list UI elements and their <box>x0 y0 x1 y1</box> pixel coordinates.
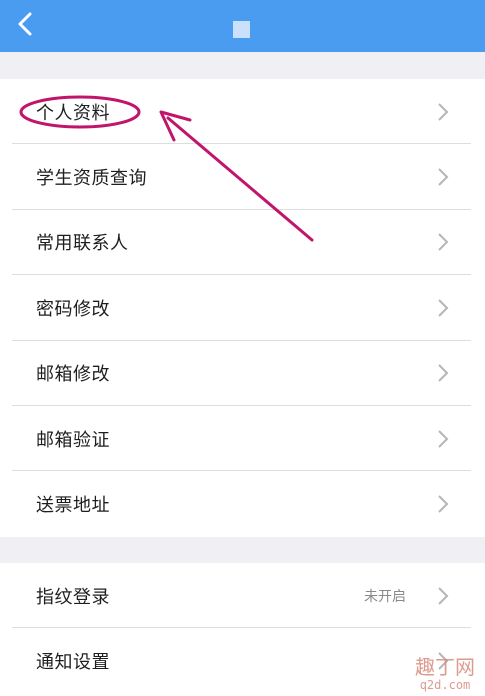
menu-item-profile[interactable]: 个人资料 <box>0 79 485 145</box>
menu-item-notification-settings[interactable]: 通知设置 <box>0 628 485 693</box>
menu-item-label: 送票地址 <box>36 495 110 517</box>
menu-item-label: 学生资质查询 <box>36 168 147 190</box>
menu-item-label: 常用联系人 <box>36 233 129 255</box>
chevron-left-icon <box>18 12 32 36</box>
menu-item-contacts[interactable]: 常用联系人 <box>0 210 485 276</box>
menu-item-fingerprint-login[interactable]: 指纹登录 未开启 <box>0 563 485 629</box>
chevron-right-icon <box>436 586 450 606</box>
page-title <box>233 21 250 38</box>
menu-item-label: 指纹登录 <box>36 586 110 608</box>
chevron-right-icon <box>436 232 450 252</box>
menu-item-label: 通知设置 <box>36 652 110 674</box>
watermark-title: 趣丁网 <box>415 655 475 679</box>
chevron-right-icon <box>436 167 450 187</box>
menu-item-email-change[interactable]: 邮箱修改 <box>0 341 485 407</box>
watermark-url: q2d.com <box>419 678 471 692</box>
menu-item-delivery-address[interactable]: 送票地址 <box>0 471 485 536</box>
back-button[interactable] <box>10 8 40 40</box>
menu-item-label: 个人资料 <box>36 102 110 124</box>
settings-group-app: 指纹登录 未开启 通知设置 <box>0 563 485 696</box>
app-header <box>0 0 485 52</box>
chevron-right-icon <box>436 494 450 514</box>
chevron-right-icon <box>436 429 450 449</box>
chevron-right-icon <box>436 363 450 383</box>
menu-item-label: 邮箱修改 <box>36 364 110 386</box>
settings-group-account: 个人资料 学生资质查询 常用联系人 密码修改 邮箱修改 邮箱验证 送票地址 <box>0 79 485 537</box>
chevron-right-icon <box>436 298 450 318</box>
watermark: 趣丁网 q2d.com <box>415 656 475 692</box>
status-text: 未开启 <box>364 588 406 605</box>
chevron-right-icon <box>436 102 450 122</box>
menu-item-password[interactable]: 密码修改 <box>0 275 485 341</box>
menu-item-label: 邮箱验证 <box>36 429 110 451</box>
menu-item-email-verify[interactable]: 邮箱验证 <box>0 406 485 472</box>
menu-item-student-qualification[interactable]: 学生资质查询 <box>0 144 485 211</box>
menu-item-label: 密码修改 <box>36 298 110 320</box>
